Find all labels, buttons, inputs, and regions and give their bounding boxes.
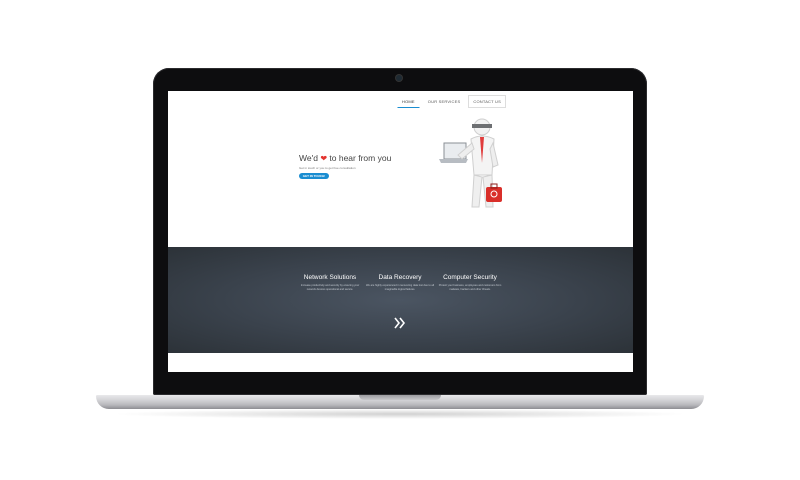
tab-home[interactable]: HOME	[396, 95, 420, 108]
laptop-notch	[359, 395, 441, 400]
service-network-solutions: Network Solutions Increase productivity …	[296, 274, 364, 292]
hero-heading: We'd ❤ to hear from you	[299, 153, 391, 163]
page-bottom	[168, 353, 633, 372]
service-data-recovery: Data Recovery We are highly experienced …	[366, 274, 434, 292]
service-description: Increase productivity and security by en…	[300, 284, 360, 291]
tab-our-services[interactable]: OUR SERVICES	[423, 95, 466, 108]
webcam-icon	[396, 75, 402, 81]
top-nav: HOME OUR SERVICES CONTACT US	[396, 95, 506, 108]
hero-heading-end: to hear from you	[329, 153, 392, 163]
service-computer-security: Computer Security Protect your business,…	[436, 274, 504, 292]
service-description: Protect your business, employees and cus…	[438, 284, 502, 291]
tab-contact-us[interactable]: CONTACT US	[468, 95, 506, 108]
double-chevron-right-icon[interactable]	[393, 317, 407, 329]
heart-icon: ❤	[320, 154, 328, 163]
service-description: We are highly experienced in recovering …	[366, 284, 435, 291]
service-title: Data Recovery	[378, 274, 422, 281]
service-title: Network Solutions	[303, 274, 357, 281]
get-in-touch-button[interactable]: GET IN TOUCH!	[299, 173, 329, 179]
service-title: Computer Security	[443, 274, 497, 281]
support-figure-illustration	[439, 118, 502, 208]
laptop-shadow	[110, 409, 690, 419]
services-band: Network Solutions Increase productivity …	[168, 247, 633, 353]
website-screen: HOME OUR SERVICES CONTACT US We'd ❤ to h…	[168, 91, 633, 372]
hero-subtext: Get in touch or you to get free consulta…	[299, 166, 356, 170]
hero-heading-start: We'd	[299, 153, 318, 163]
